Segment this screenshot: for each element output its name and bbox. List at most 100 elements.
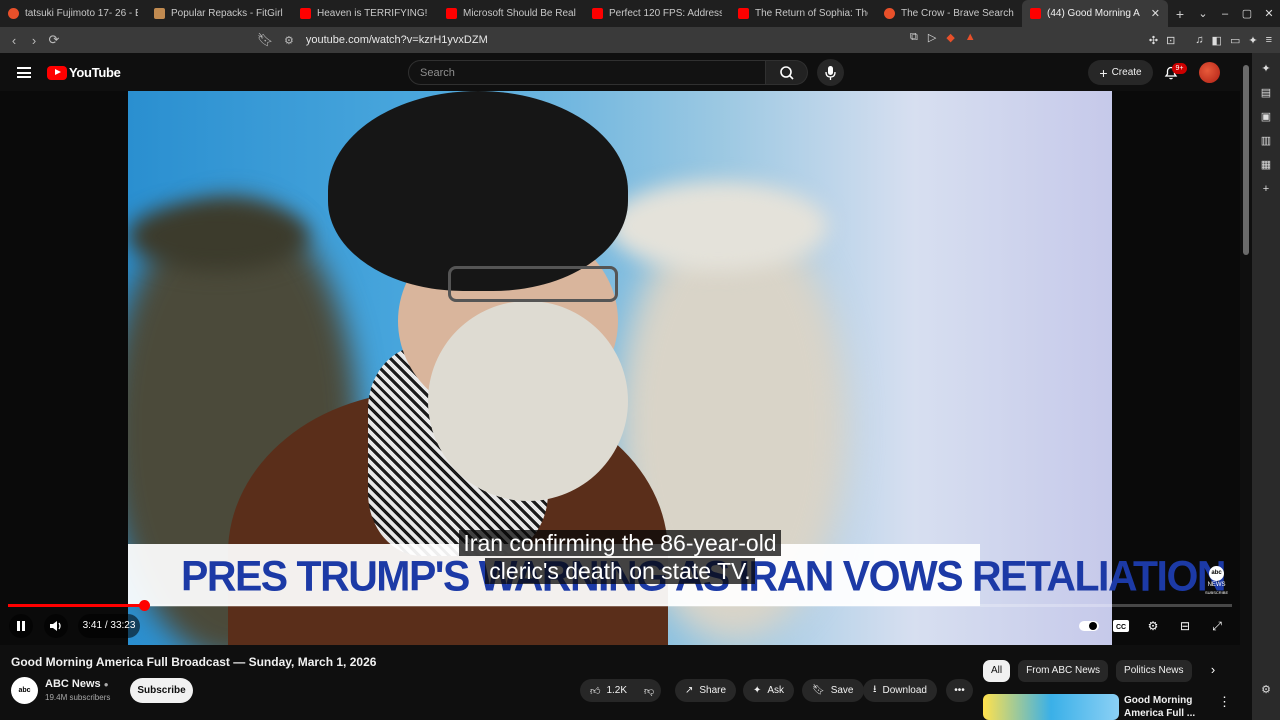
reader-icon[interactable]: ▦ [1252,153,1280,177]
microphone-icon [825,66,836,80]
background-cap-left [128,201,308,271]
share-icon: ↗ [685,685,694,696]
share-button[interactable]: ↗ Share [675,679,737,702]
create-button[interactable]: + Create [1088,60,1153,85]
browser-tab-strip: tatsuki Fujimoto 17- 26 - Bra Popular Re… [0,0,1280,27]
like-button[interactable]: 👍︎ 1.2K [580,679,638,702]
player-right-controls: CC ⚙︎ ⊟ ⤢ [1078,614,1228,638]
new-tab-button[interactable]: + [1168,6,1192,22]
browser-tab[interactable]: The Crow - Brave Search [876,0,1022,27]
svg-text:CC: CC [1116,624,1126,631]
recommended-video-thumbnail[interactable] [983,694,1119,720]
browser-tab-active[interactable]: (44) Good Morning A ✕ [1022,0,1168,27]
guide-menu-icon[interactable] [17,67,31,78]
browser-tab[interactable]: Microsoft Should Be Really [438,0,584,27]
settings-gear-icon[interactable]: ⚙︎ [1142,615,1164,637]
close-window-icon[interactable]: ✕ [1258,7,1280,20]
caption-line-1: Iran confirming the 86-year-old [459,530,781,556]
progress-played [8,604,144,607]
browser-tab[interactable]: Popular Repacks - FitGirl Re [146,0,292,27]
chip-politics-news[interactable]: Politics News [1116,660,1192,682]
more-vertical-icon[interactable]: ⋮ [1218,694,1231,710]
open-external-icon[interactable]: ⧉ [910,31,918,44]
dislike-button[interactable]: 👎︎ [637,679,662,702]
brave-favicon-icon [8,8,19,19]
leo-icon[interactable]: ✦ [1248,34,1257,47]
browser-tab[interactable]: The Return of Sophia: The F [730,0,876,27]
glasses [448,266,618,302]
download-button[interactable]: ⭳ Download [863,679,937,702]
more-horizontal-icon: ••• [954,685,965,696]
maximize-icon[interactable]: ▢ [1236,7,1258,20]
browser-tab[interactable]: Perfect 120 FPS: Addressing [584,0,730,27]
media-icon[interactable]: ♫ [1195,34,1203,46]
voice-search-button[interactable] [817,59,844,86]
autoplay-toggle[interactable] [1078,615,1100,637]
fullscreen-icon[interactable]: ⤢ [1206,615,1228,637]
sidebar-settings-icon[interactable]: ⚙︎ [1252,678,1280,702]
extensions-icon[interactable]: ✣ [1149,34,1158,47]
plus-icon: + [1099,64,1108,81]
video-title: Good Morning America Full Broadcast — Su… [11,655,377,669]
page-scrollbar[interactable] [1241,53,1251,720]
wallet-icon[interactable]: ▭ [1230,34,1240,47]
channel-name[interactable]: ABC News ● [45,678,109,690]
site-info-icon[interactable]: ⚙︎ [284,34,294,47]
menu-icon[interactable]: ≡ [1266,34,1272,46]
tab-search-icon[interactable]: ⌄ [1192,7,1214,20]
forward-icon[interactable]: › [24,33,44,48]
minimize-icon[interactable]: – [1214,8,1236,20]
recommended-video-title[interactable]: Good Morning America Full ... [1124,694,1204,720]
volume-icon [50,621,61,631]
back-icon[interactable]: ‹ [4,33,24,48]
chip-from-channel[interactable]: From ABC News [1018,660,1109,682]
youtube-favicon-icon [300,8,311,19]
scrubber-handle[interactable] [138,600,150,611]
chip-all[interactable]: All [983,660,1011,682]
browser-tab[interactable]: Heaven is TERRIFYING! - Yo [292,0,438,27]
reload-icon[interactable]: ⟳ [44,32,64,48]
youtube-favicon-icon [446,8,457,19]
brave-rewards-icon[interactable]: ▲ [965,31,976,44]
youtube-logo[interactable]: YouTube [47,65,121,80]
tab-capture-icon[interactable]: ⊡ [1166,34,1175,47]
account-avatar[interactable] [1199,62,1220,83]
captions-icon[interactable]: CC [1110,615,1132,637]
channel-avatar[interactable]: abc [11,677,38,704]
leo-sidebar-icon[interactable]: ✦ [1252,57,1280,81]
search-button[interactable] [766,60,808,85]
save-button[interactable]: 🔖︎ Save [802,679,864,702]
address-actions: ⧉ ▷ ◆ ▲ [910,31,976,44]
miniplayer-icon[interactable]: ⊟ [1174,615,1196,637]
brave-shields-icon[interactable]: ◆ [946,31,954,44]
beard [428,301,628,501]
scrollbar-thumb[interactable] [1243,65,1249,255]
add-sidebar-item-icon[interactable]: + [1252,177,1280,201]
bookmarks-sidebar-icon[interactable]: ▥ [1252,129,1280,153]
url-text: youtube.com/watch?v=kzrH1yvxDZM [305,34,488,46]
browser-tab[interactable]: tatsuki Fujimoto 17- 26 - Bra [0,0,146,27]
youtube-header: YouTube Search + Create [0,53,1240,91]
play-pause-button[interactable] [9,614,33,638]
bookmark-save-icon: 🔖︎ [812,685,825,696]
playlist-icon[interactable]: ▣ [1252,105,1280,129]
turban [328,91,628,291]
chevron-right-icon[interactable]: › [1204,662,1222,680]
verified-icon: ● [103,680,109,689]
address-bar[interactable]: ⚙︎ youtube.com/watch?v=kzrH1yvxDZM [256,29,1001,51]
subscriber-count: 19.4M subscribers [45,693,111,702]
video-player[interactable]: PRES TRUMP'S WARNING AS IRAN VOWS RETALI… [0,91,1240,645]
ask-button[interactable]: ✦ Ask [743,679,795,702]
progress-bar[interactable] [8,600,1232,611]
caption-line-2: cleric's death on state TV. [485,558,755,584]
youtube-favicon-icon [592,8,603,19]
more-actions-button[interactable]: ••• [946,679,973,702]
close-tab-icon[interactable]: ✕ [1151,7,1160,20]
send-icon[interactable]: ▷ [928,31,936,44]
fitgirl-favicon-icon [154,8,165,19]
search-input[interactable]: Search [408,60,766,85]
reading-list-icon[interactable]: ▤ [1252,81,1280,105]
subscribe-button[interactable]: Subscribe [130,678,193,703]
volume-button[interactable] [44,614,68,638]
sidebar-toggle-icon[interactable]: ◧ [1212,34,1222,47]
